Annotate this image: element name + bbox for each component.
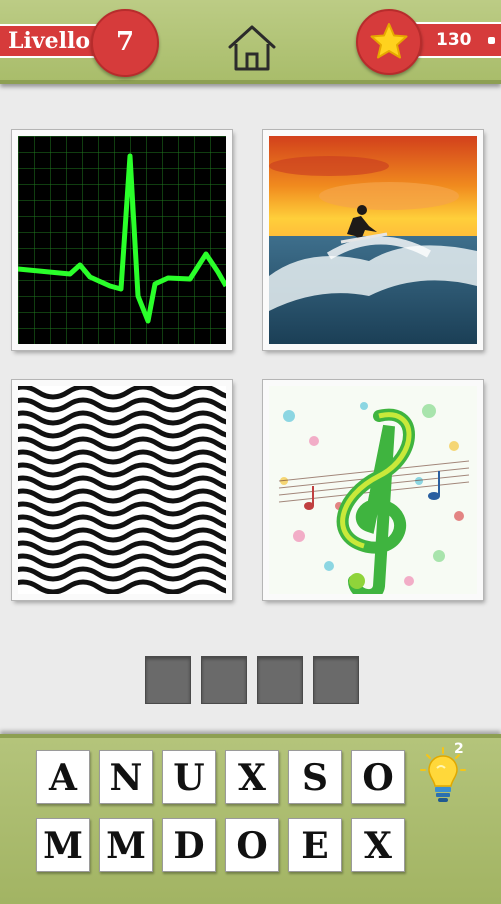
letter-key[interactable]: O [351, 750, 405, 804]
music-clef-image [269, 386, 477, 594]
letter-key[interactable]: D [162, 818, 216, 872]
level-label: Livello [8, 28, 90, 54]
answer-slot[interactable] [313, 656, 359, 704]
home-icon[interactable] [226, 22, 278, 74]
surfer-image [269, 136, 477, 344]
letter-key[interactable]: X [351, 818, 405, 872]
letter-key[interactable]: M [99, 818, 153, 872]
picture-music[interactable] [263, 380, 483, 600]
letter-key[interactable]: O [225, 818, 279, 872]
coin-icon [488, 37, 495, 44]
answer-slot[interactable] [257, 656, 303, 704]
wavy-lines-image [18, 386, 226, 594]
coins-count: 130 [436, 30, 472, 50]
hint-count: 2 [454, 741, 464, 757]
letter-key[interactable]: U [162, 750, 216, 804]
letter-key[interactable]: X [225, 750, 279, 804]
letter-key[interactable]: E [288, 818, 342, 872]
picture-waves[interactable] [12, 380, 232, 600]
letter-key[interactable]: N [99, 750, 153, 804]
star-icon [370, 23, 408, 59]
heartbeat-ekg-image [18, 136, 226, 344]
answer-slot[interactable] [201, 656, 247, 704]
top-bar: Livello 7 130 [0, 0, 501, 84]
picture-heartbeat[interactable] [12, 130, 232, 350]
star-badge[interactable] [356, 9, 422, 75]
letter-key[interactable]: A [36, 750, 90, 804]
letter-key[interactable]: M [36, 818, 90, 872]
letter-key[interactable]: S [288, 750, 342, 804]
picture-surfer[interactable] [263, 130, 483, 350]
coins-banner: 130 [410, 22, 501, 58]
level-number-badge: 7 [91, 9, 159, 77]
answer-slot[interactable] [145, 656, 191, 704]
